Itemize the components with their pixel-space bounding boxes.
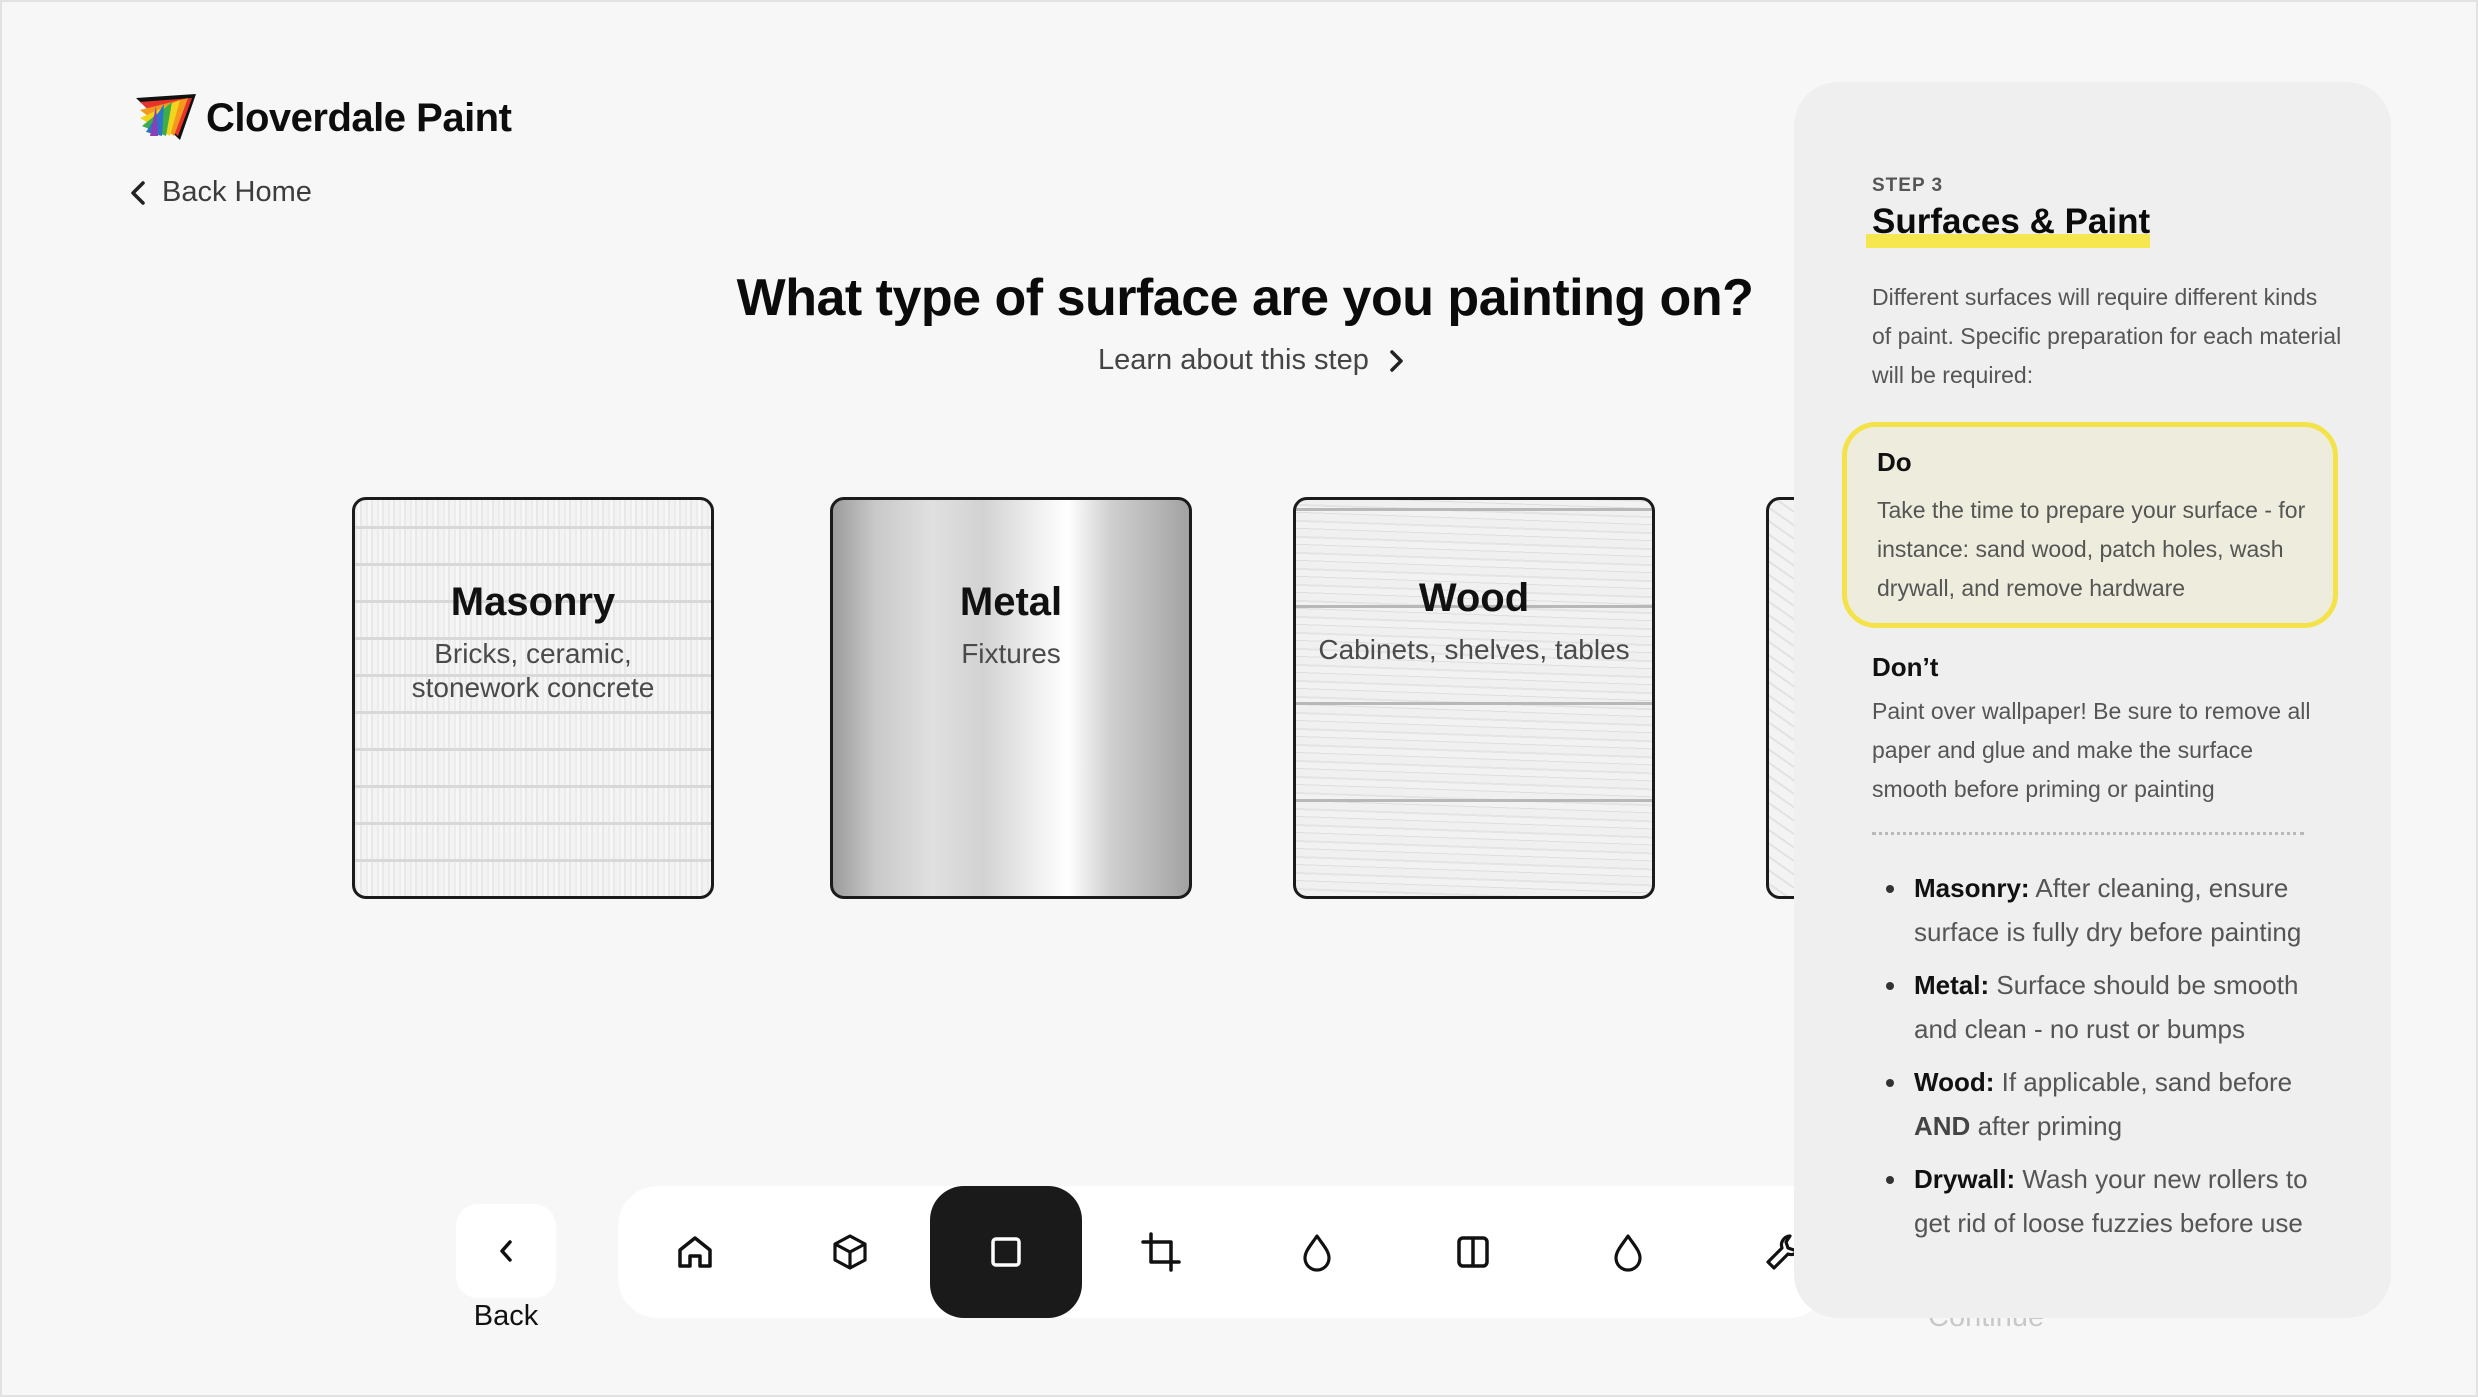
step-label: STEP 3 bbox=[1872, 175, 1944, 196]
list-item: Wood: If applicable, sand before AND aft… bbox=[1872, 1060, 2342, 1148]
tip-label: Wood: bbox=[1914, 1067, 1995, 1097]
do-callout: Do Take the time to prepare your surface… bbox=[1842, 422, 2338, 628]
toolbar-paint[interactable] bbox=[1552, 1186, 1704, 1318]
tip-text-after: after priming bbox=[1977, 1111, 2123, 1141]
back-home-link[interactable]: Back Home bbox=[128, 176, 312, 209]
surface-card-masonry[interactable]: Masonry Bricks, ceramic, stonework concr… bbox=[352, 497, 714, 899]
surface-card-wood[interactable]: Wood Cabinets, shelves, tables bbox=[1293, 497, 1655, 899]
chevron-right-icon bbox=[1390, 349, 1403, 372]
back-label: Back bbox=[473, 1300, 539, 1332]
list-item: Drywall: Wash your new rollers to get ri… bbox=[1872, 1157, 2342, 1245]
toolbar-surface[interactable] bbox=[930, 1186, 1082, 1318]
card-subtitle: Cabinets, shelves, tables bbox=[1318, 634, 1630, 665]
step-toolbar bbox=[618, 1186, 1828, 1318]
brand-logo[interactable]: Cloverdale Paint bbox=[130, 92, 512, 144]
tip-label: Metal: bbox=[1914, 970, 1990, 1000]
card-subtitle: Bricks, ceramic, stonework concrete bbox=[411, 638, 655, 703]
toolbar-cube[interactable] bbox=[774, 1186, 926, 1318]
panel-description: Different surfaces will require differen… bbox=[1872, 284, 2342, 388]
toolbar-primer[interactable] bbox=[1241, 1186, 1393, 1318]
drop-icon bbox=[1614, 1234, 1642, 1272]
learn-link-label: Learn about this step bbox=[1098, 344, 1369, 376]
dotted-divider bbox=[1872, 832, 2304, 835]
dont-title: Don’t bbox=[1872, 652, 1939, 682]
back-button[interactable] bbox=[456, 1204, 556, 1298]
surface-tips-list: Masonry: After cleaning, ensure surface … bbox=[1872, 866, 2342, 1254]
toolbar-finish[interactable] bbox=[1397, 1186, 1549, 1318]
do-text: Take the time to prepare your surface - … bbox=[1877, 497, 2306, 601]
list-item: Metal: Surface should be smooth and clea… bbox=[1872, 963, 2342, 1051]
drop-icon bbox=[1303, 1234, 1331, 1272]
chevron-left-icon bbox=[500, 1240, 512, 1262]
card-subtitle: Fixtures bbox=[961, 638, 1061, 669]
card-title: Metal bbox=[959, 580, 1063, 624]
tip-emphasis: AND bbox=[1914, 1111, 1971, 1141]
step-info-panel: STEP 3 Surfaces & Paint Different surfac… bbox=[1794, 82, 2391, 1318]
rainbow-fan-icon bbox=[136, 94, 196, 140]
chevron-left-icon bbox=[131, 180, 145, 205]
list-item: Masonry: After cleaning, ensure surface … bbox=[1872, 866, 2342, 954]
tip-label: Drywall: bbox=[1914, 1164, 2016, 1194]
dont-text: Paint over wallpaper! Be sure to remove … bbox=[1872, 698, 2311, 802]
cube-icon bbox=[833, 1234, 867, 1270]
toolbar-home[interactable] bbox=[619, 1186, 771, 1318]
panel-title: Surfaces & Paint bbox=[1872, 202, 2151, 241]
home-icon bbox=[678, 1236, 712, 1268]
crop-icon bbox=[1141, 1232, 1181, 1272]
columns-icon bbox=[1457, 1236, 1489, 1268]
square-icon bbox=[991, 1237, 1021, 1267]
card-title: Masonry bbox=[450, 580, 616, 624]
tip-label: Masonry: bbox=[1914, 873, 2030, 903]
do-title: Do bbox=[1877, 447, 1912, 477]
toolbar-crop[interactable] bbox=[1085, 1186, 1237, 1318]
brand-name: Cloverdale Paint bbox=[206, 95, 512, 140]
tip-text: If applicable, sand before bbox=[2001, 1067, 2293, 1097]
surface-card-metal[interactable]: Metal Fixtures bbox=[830, 497, 1192, 899]
card-title: Wood bbox=[1418, 576, 1530, 620]
back-home-label: Back Home bbox=[162, 176, 312, 208]
learn-about-step-link[interactable]: Learn about this step bbox=[1098, 344, 1405, 377]
